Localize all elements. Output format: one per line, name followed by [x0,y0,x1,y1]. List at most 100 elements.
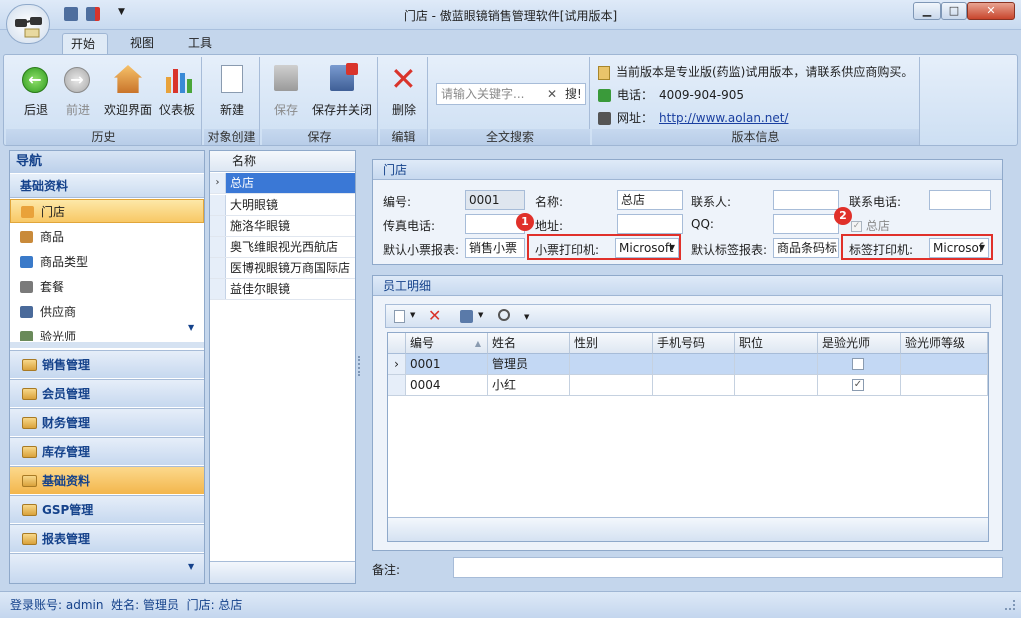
nav-group-basic-data[interactable]: 基础资料 [10,466,204,494]
dashboard-button[interactable]: 仪表板 [156,59,198,127]
column-header-position[interactable]: 职位 [735,333,818,354]
table-cell-gender[interactable] [570,375,653,396]
contact-label: 联系人: [691,195,732,209]
close-button[interactable]: ✕ [967,2,1015,20]
folder-icon [22,446,37,458]
column-header-optometrist[interactable]: 是验光师 [818,333,901,354]
nav-item-product[interactable]: 商品 [10,225,204,249]
nav-item-supplier[interactable]: 供应商 [10,300,204,324]
row-indicator-icon: › [210,173,226,193]
nav-group-gsp[interactable]: GSP管理 [10,495,204,523]
list-item[interactable]: 施洛华眼镜 [210,216,355,237]
minimize-button[interactable]: ▁ [913,2,941,20]
tab-view[interactable]: 视图 [122,33,162,54]
save-grid-icon[interactable] [460,310,473,323]
nav-item-optometrist[interactable]: 验光师 [10,325,204,341]
checkbox-checked-icon[interactable]: ✓ [852,379,864,391]
remark-field[interactable] [453,557,1003,578]
table-cell-code[interactable]: 0001 [406,354,488,375]
delete-row-icon[interactable]: ✕ [428,306,441,325]
maximize-button[interactable]: □ [941,2,967,20]
list-item[interactable]: › 总店 [210,173,355,194]
nav-group-reports[interactable]: 报表管理 [10,524,204,552]
welcome-button[interactable]: 欢迎界面 [102,59,154,127]
resize-grip-icon[interactable] [1005,600,1015,610]
save-button[interactable]: 保存 [266,59,306,127]
nav-item-package[interactable]: 套餐 [10,275,204,299]
column-header-level[interactable]: 验光师等级 [901,333,988,354]
nav-splitter[interactable] [10,342,204,348]
table-cell-name[interactable]: 管理员 [488,354,570,375]
table-cell-phone[interactable] [653,354,735,375]
website-link[interactable]: http://www.aolan.net/ [659,111,788,125]
save-grid-dropdown-icon[interactable]: ▼ [478,311,483,319]
table-cell-phone[interactable] [653,375,735,396]
code-field[interactable]: 0001 [465,190,525,210]
nav-group-inventory[interactable]: 库存管理 [10,437,204,465]
red-x-badge-icon [346,63,358,75]
nav-item-store[interactable]: 门店 [10,199,204,223]
search-button[interactable]: 搜! [565,84,582,104]
tab-home[interactable]: 开始 [62,33,108,54]
address-field[interactable] [617,214,683,234]
tel-field[interactable] [929,190,991,210]
tab-tools[interactable]: 工具 [180,33,220,54]
row-indicator-icon: › [388,354,406,375]
name-field[interactable]: 总店 [617,190,683,210]
list-item[interactable]: 大明眼镜 [210,195,355,216]
checkbox-icon: ✓ [851,221,862,232]
folder-icon [22,533,37,545]
table-cell-position[interactable] [735,375,818,396]
row-header-column [388,333,406,354]
column-header-gender[interactable]: 性别 [570,333,653,354]
column-header-name[interactable]: 姓名 [488,333,570,354]
forward-button[interactable]: → 前进 [58,59,98,127]
nav-configure-icon[interactable]: ▼ [188,562,194,571]
nav-group-finance[interactable]: 财务管理 [10,408,204,436]
table-cell-optometrist[interactable] [818,354,901,375]
app-logo-icon[interactable] [6,4,50,44]
find-icon[interactable] [498,309,510,321]
save-close-button[interactable]: 保存并关闭 [310,59,374,127]
table-cell-level[interactable] [901,375,988,396]
table-cell-code[interactable]: 0004 [406,375,488,396]
list-header-name[interactable]: 名称 [210,151,355,172]
new-row-dropdown-icon[interactable]: ▼ [410,311,415,319]
nav-item-product-type[interactable]: 商品类型 [10,250,204,274]
table-cell-level[interactable] [901,354,988,375]
contact-field[interactable] [773,190,839,210]
hq-checkbox[interactable]: ✓ 总店 [851,217,931,233]
new-row-icon[interactable] [394,310,405,323]
list-item[interactable]: 医博视眼镜万商国际店 [210,258,355,279]
list-item[interactable]: 奥飞维眼视光西航店 [210,237,355,258]
nav-scroll-down-icon[interactable]: ▼ [188,323,194,332]
table-cell-optometrist[interactable]: ✓ [818,375,901,396]
nav-group-members[interactable]: 会员管理 [10,379,204,407]
qq-label: QQ: [691,217,714,231]
new-button[interactable]: 新建 [208,59,256,127]
table-cell-position[interactable] [735,354,818,375]
checkbox-unchecked-icon[interactable] [852,358,864,370]
qq-field[interactable] [773,214,839,234]
nav-group-sales[interactable]: 销售管理 [10,350,204,378]
table-cell-name[interactable]: 小红 [488,375,570,396]
back-button[interactable]: ← 后退 [16,59,56,127]
table-cell-gender[interactable] [570,354,653,375]
delete-button[interactable]: ✕ 删除 [384,59,424,127]
clear-search-icon[interactable]: ✕ [547,84,557,104]
list-item[interactable]: 益佳尔眼镜 [210,279,355,300]
cart-icon [20,281,33,293]
tag-printer-select[interactable]: Microsof ▼ [929,238,989,258]
receipt-report-label: 默认小票报表: [383,243,460,257]
fax-label: 传真电话: [383,219,436,233]
group-edit: ✕ 删除 编辑 [380,57,428,145]
toolbar-options-icon[interactable]: ▼ [524,313,529,321]
back-arrow-icon: ← [22,67,48,93]
column-header-code[interactable]: 编号 ▲ [406,333,488,354]
panel-splitter[interactable] [358,356,362,376]
search-input[interactable]: 请输入关键字... ✕ 搜! [436,83,586,105]
receipt-printer-select[interactable]: Microsoft ▼ [615,238,679,258]
tag-report-field[interactable]: 商品条码标 [773,238,839,258]
column-header-phone[interactable]: 手机号码 [653,333,735,354]
receipt-report-field[interactable]: 销售小票 [465,238,525,258]
